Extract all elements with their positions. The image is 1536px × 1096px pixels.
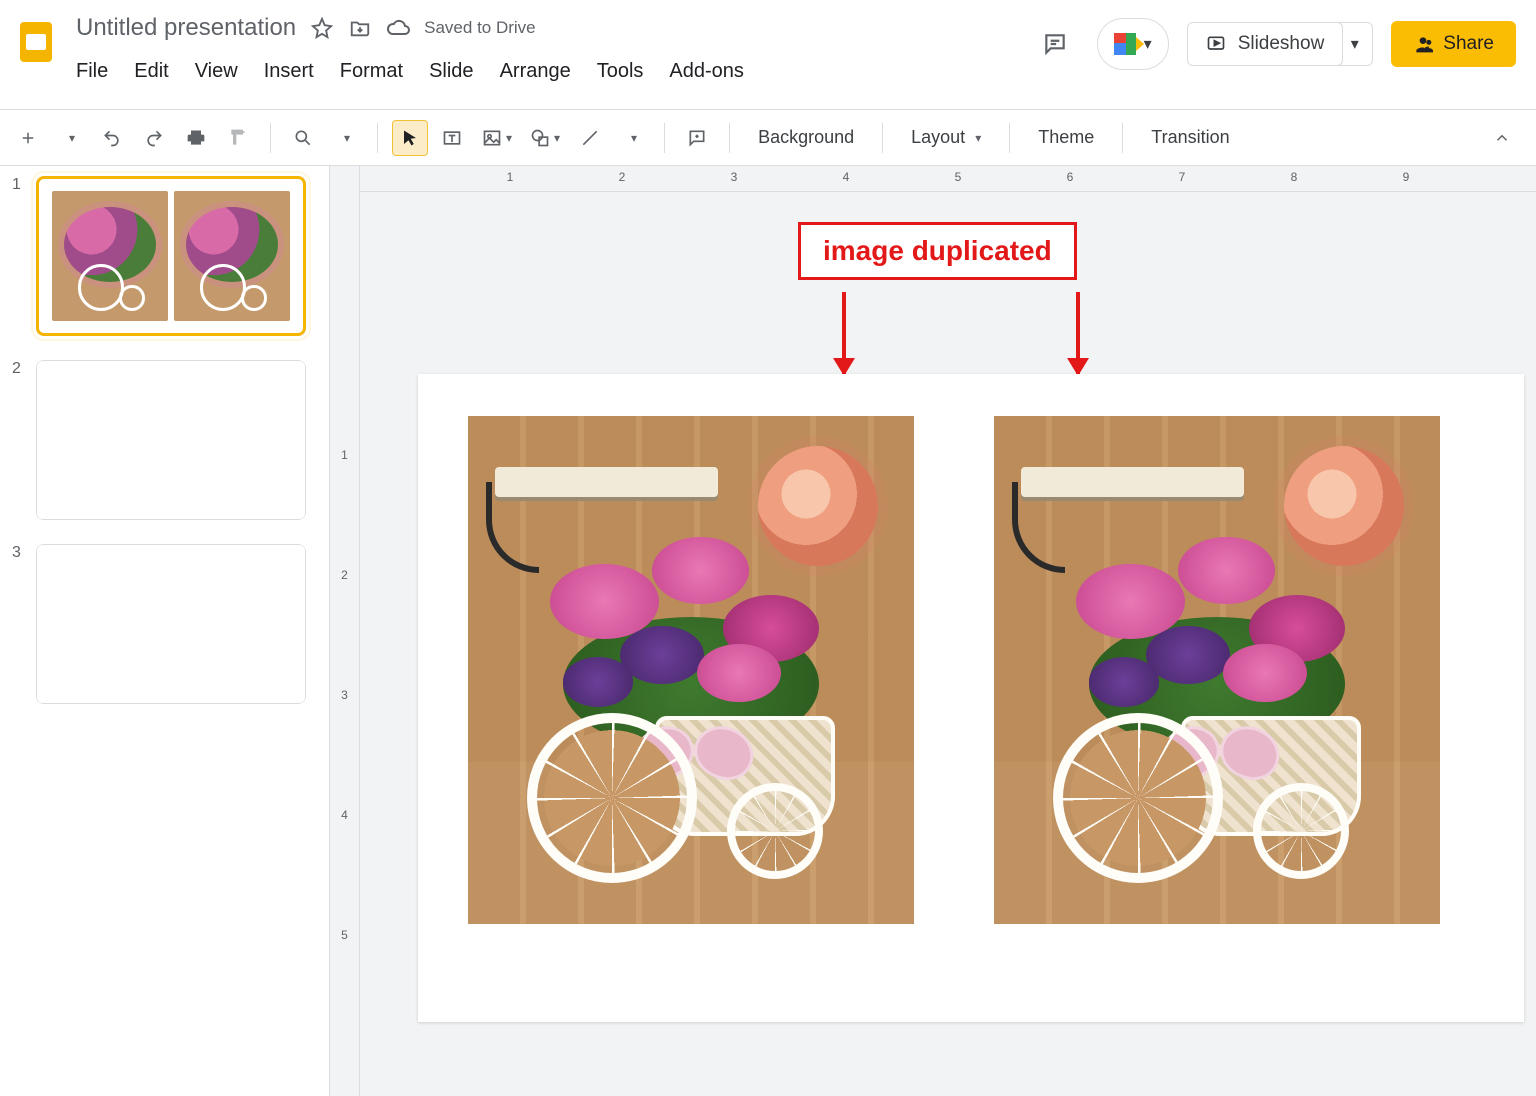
move-folder-icon[interactable] [348, 16, 372, 40]
textbox-tool[interactable] [434, 120, 470, 156]
menu-view[interactable]: View [195, 60, 238, 83]
layout-button[interactable]: Layout ▾ [897, 121, 995, 154]
canvas-area: 1 2 3 4 5 1 2 3 4 5 6 7 8 9 image duplic… [330, 166, 1536, 1096]
layout-caret-icon: ▾ [975, 131, 981, 145]
slide-thumbnail-3[interactable] [36, 544, 306, 704]
image-tool[interactable]: ▾ [476, 120, 518, 156]
meet-icon [1114, 33, 1140, 55]
ruler-tick: 4 [330, 808, 359, 822]
line-dropdown[interactable]: ▾ [614, 120, 650, 156]
menu-edit[interactable]: Edit [134, 60, 168, 83]
menu-slide[interactable]: Slide [429, 60, 473, 83]
toolbar-separator [377, 123, 378, 153]
ruler-tick: 1 [507, 170, 514, 184]
comments-icon[interactable] [1031, 20, 1079, 68]
ruler-tick: 8 [1291, 170, 1298, 184]
toolbar-separator [882, 123, 883, 153]
toolbar-separator [270, 123, 271, 153]
menu-bar: File Edit View Insert Format Slide Arran… [76, 46, 744, 83]
menu-format[interactable]: Format [340, 60, 403, 83]
annotation-arrow [842, 292, 846, 374]
slideshow-label: Slideshow [1238, 33, 1325, 55]
horizontal-ruler[interactable]: 1 2 3 4 5 6 7 8 9 [360, 166, 1536, 192]
toolbar-separator [1009, 123, 1010, 153]
toolbar-separator [729, 123, 730, 153]
line-tool[interactable] [572, 120, 608, 156]
thumb-image [52, 191, 168, 321]
zoom-button[interactable] [285, 120, 321, 156]
theme-button[interactable]: Theme [1024, 121, 1108, 154]
share-button[interactable]: Share [1391, 21, 1516, 67]
menu-insert[interactable]: Insert [264, 60, 314, 83]
main-area: 1 2 3 1 2 3 4 5 1 [0, 166, 1536, 1096]
cloud-saved-icon[interactable] [386, 16, 410, 40]
share-label: Share [1443, 33, 1494, 55]
ruler-tick: 7 [1179, 170, 1186, 184]
slide-thumbnail-2[interactable] [36, 360, 306, 520]
new-slide-dropdown[interactable]: ▾ [52, 120, 88, 156]
slide-canvas[interactable] [418, 374, 1524, 1022]
thumb-row: 1 [12, 176, 317, 336]
ruler-tick: 3 [330, 688, 359, 702]
redo-button[interactable] [136, 120, 172, 156]
layout-label: Layout [911, 127, 965, 148]
toolbar-separator [664, 123, 665, 153]
star-icon[interactable] [310, 16, 334, 40]
vertical-ruler[interactable]: 1 2 3 4 5 [330, 166, 360, 1096]
annotation-arrow [1076, 292, 1080, 374]
thumb-row: 3 [12, 544, 317, 704]
ruler-tick: 1 [330, 448, 359, 462]
header-actions: ▾ Slideshow ▾ Share [1031, 18, 1516, 70]
slide-thumbnail-1[interactable] [36, 176, 306, 336]
menu-addons[interactable]: Add-ons [669, 60, 744, 83]
undo-button[interactable] [94, 120, 130, 156]
document-title[interactable]: Untitled presentation [76, 14, 296, 42]
comment-tool[interactable] [679, 120, 715, 156]
new-slide-button[interactable] [10, 120, 46, 156]
slide-number: 1 [12, 176, 26, 336]
slide-image-right[interactable] [994, 416, 1440, 924]
toolbar: ▾ ▾ ▾ ▾ ▾ Background Layout ▾ Theme Trans… [0, 110, 1536, 166]
thumb-row: 2 [12, 360, 317, 520]
print-button[interactable] [178, 120, 214, 156]
transition-button[interactable]: Transition [1137, 121, 1243, 154]
toolbar-separator [1122, 123, 1123, 153]
menu-file[interactable]: File [76, 60, 108, 83]
shape-tool[interactable]: ▾ [524, 120, 566, 156]
meet-button[interactable]: ▾ [1097, 18, 1169, 70]
slide-stage[interactable]: image duplicated [360, 192, 1536, 1096]
slide-number: 2 [12, 360, 26, 520]
slideshow-button[interactable]: Slideshow [1187, 22, 1344, 66]
ruler-tick: 5 [330, 928, 359, 942]
slides-logo[interactable] [10, 16, 62, 68]
menu-arrange[interactable]: Arrange [500, 60, 571, 83]
app-header: Untitled presentation Saved to Drive Fil… [0, 0, 1536, 110]
ruler-tick: 5 [955, 170, 962, 184]
ruler-tick: 2 [619, 170, 626, 184]
zoom-dropdown[interactable]: ▾ [327, 120, 363, 156]
ruler-tick: 4 [843, 170, 850, 184]
thumb-image [174, 191, 290, 321]
select-tool[interactable] [392, 120, 428, 156]
saved-to-drive-text: Saved to Drive [424, 18, 536, 38]
slide-thumbnails-panel[interactable]: 1 2 3 [0, 166, 330, 1096]
meet-caret-icon: ▾ [1144, 34, 1152, 54]
ruler-tick: 6 [1067, 170, 1074, 184]
background-button[interactable]: Background [744, 121, 868, 154]
title-area: Untitled presentation Saved to Drive Fil… [76, 10, 744, 83]
slide-image-left[interactable] [468, 416, 914, 924]
paint-format-button [220, 120, 256, 156]
collapse-toolbar-icon[interactable] [1484, 120, 1520, 156]
ruler-tick: 9 [1403, 170, 1410, 184]
ruler-tick: 2 [330, 568, 359, 582]
annotation-label: image duplicated [798, 222, 1077, 280]
menu-tools[interactable]: Tools [597, 60, 644, 83]
slide-number: 3 [12, 544, 26, 704]
slideshow-dropdown[interactable]: ▾ [1337, 22, 1373, 66]
ruler-tick: 3 [731, 170, 738, 184]
